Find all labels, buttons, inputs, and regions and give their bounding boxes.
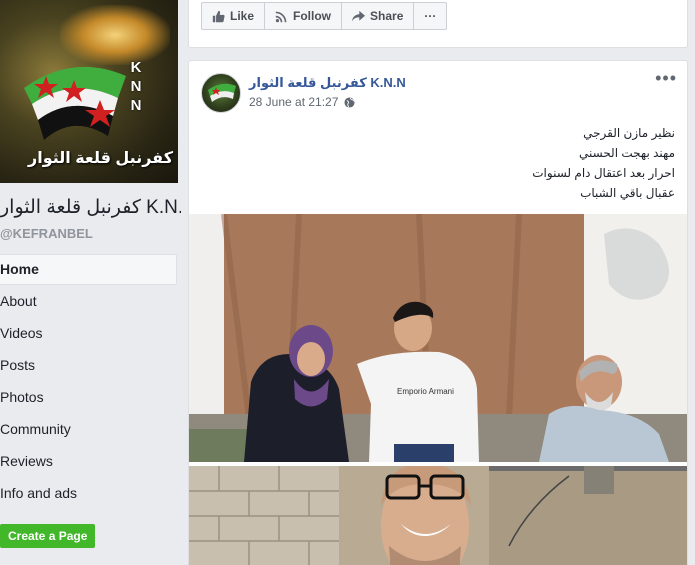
rss-icon (275, 10, 288, 23)
cover-letters: K N N (128, 58, 144, 115)
cover-letter-n1: N (130, 78, 142, 95)
revolution-flag-logo (24, 66, 126, 140)
share-button[interactable]: Share (342, 3, 415, 29)
post-photo-1[interactable]: Emporio Armani (189, 214, 687, 462)
nav-item-reviews[interactable]: Reviews (0, 445, 177, 477)
like-button[interactable]: Like (202, 3, 266, 29)
page-title: كفرنبل قلعة الثوار K.N.N (0, 197, 181, 218)
post-line: عقبال باقي الشباب (580, 186, 675, 200)
cover-letter-n2: N (130, 97, 142, 114)
post-line: مهند بهجت الحسني (578, 146, 675, 160)
cover-caption: كفرنبل قلعة الثوار (28, 150, 173, 167)
post-photo-2[interactable] (189, 466, 687, 565)
page-action-bar: Like Follow Share ··· (201, 2, 448, 30)
like-label: Like (230, 9, 255, 23)
facebook-page: K N N كفرنبل قلعة الثوار كفرنبل قلعة الث… (0, 0, 695, 565)
avatar-flag-icon (208, 83, 236, 102)
nav-item-posts[interactable]: Posts (0, 349, 177, 381)
page-handle[interactable]: @KEFRANBEL (0, 226, 93, 241)
share-label: Share (370, 9, 404, 23)
shirt-print: Emporio Armani (397, 387, 454, 396)
thumbs-up-icon (212, 10, 225, 23)
create-page-button[interactable]: Create a Page (0, 524, 96, 548)
post-timestamp[interactable]: 28 June at 21:27 (249, 95, 338, 109)
post-meta: 28 June at 21:27 (249, 95, 355, 109)
nav-item-info-and-ads[interactable]: Info and ads (0, 477, 177, 509)
page-actions-card: Like Follow Share ··· (188, 0, 688, 48)
nav-item-photos[interactable]: Photos (0, 381, 177, 413)
photo-2-image (189, 466, 687, 565)
nav-item-community[interactable]: Community (0, 413, 177, 445)
post-line: احرار بعد اعتقال دام لسنوات (532, 166, 675, 180)
more-actions-label: ··· (424, 9, 437, 23)
more-actions-button[interactable]: ··· (414, 3, 446, 29)
post-line: نظير مازن القرجي (583, 126, 675, 140)
share-arrow-icon (352, 10, 366, 23)
photo-1-image: Emporio Armani (189, 214, 687, 462)
follow-button[interactable]: Follow (265, 3, 343, 29)
post-options-button[interactable]: ••• (655, 69, 677, 87)
nav-item-videos[interactable]: Videos (0, 317, 177, 349)
post-author[interactable]: كفرنبل قلعة الثوار K.N.N (249, 75, 406, 91)
post-body: نظير مازن القرجي مهند بهجت الحسني احرار … (375, 123, 675, 203)
left-sidebar: K N N كفرنبل قلعة الثوار كفرنبل قلعة الث… (0, 0, 181, 565)
follow-label: Follow (293, 9, 332, 23)
page-nav: Home About Videos Posts Photos Community… (0, 254, 177, 509)
cover-letter-k: K (130, 59, 142, 76)
nav-item-home[interactable]: Home (0, 254, 177, 285)
globe-icon[interactable] (344, 96, 355, 108)
profile-picture[interactable]: K N N كفرنبل قلعة الثوار (0, 0, 178, 183)
author-avatar[interactable] (201, 73, 241, 113)
post-card: كفرنبل قلعة الثوار K.N.N 28 June at 21:2… (188, 60, 688, 565)
explosion-graphic (60, 5, 170, 65)
nav-item-about[interactable]: About (0, 285, 177, 317)
